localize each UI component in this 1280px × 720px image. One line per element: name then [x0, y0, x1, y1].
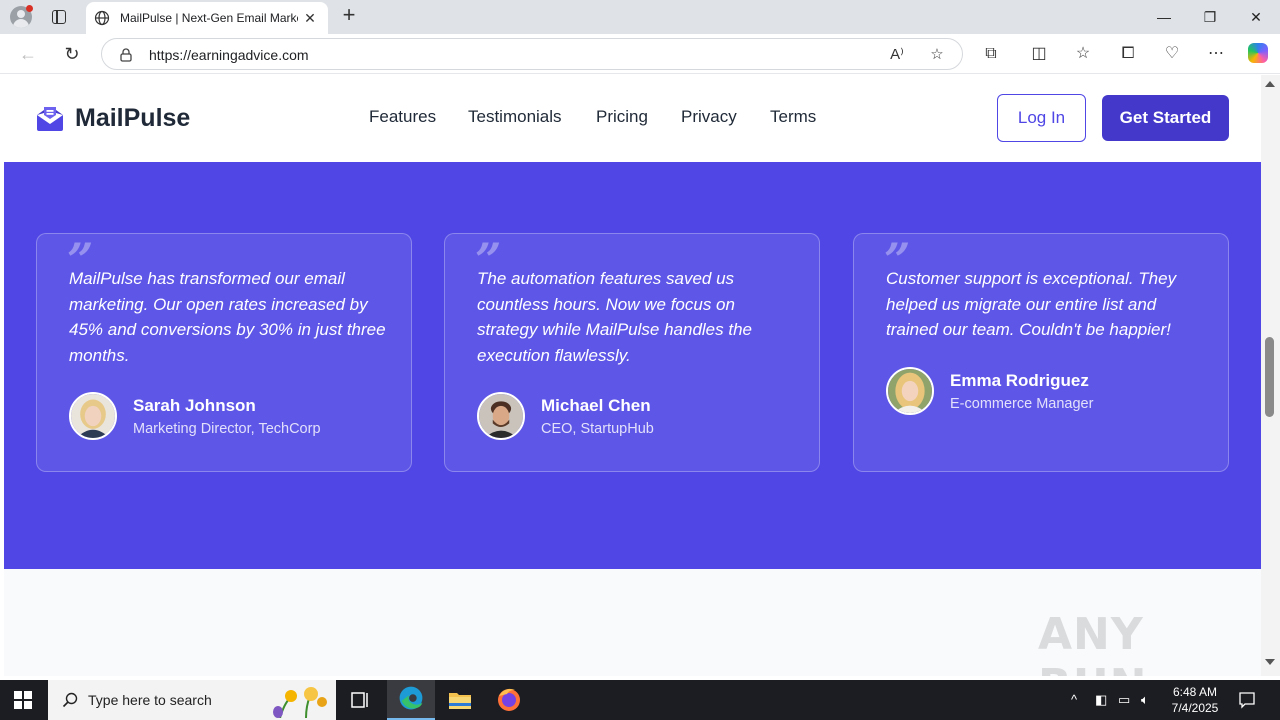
collections-icon[interactable]: ⧠ — [1118, 44, 1138, 64]
avatar — [477, 392, 525, 440]
meet-now-icon[interactable]: ◧ — [1095, 692, 1107, 708]
scroll-up-icon[interactable] — [1265, 81, 1275, 87]
split-screen-icon[interactable]: ◫ — [1029, 44, 1049, 64]
brand-name: MailPulse — [75, 103, 191, 132]
url-text[interactable]: https://earningadvice.com — [149, 47, 309, 63]
profile-notification-dot — [26, 5, 33, 12]
page-scrollbar[interactable] — [1261, 75, 1280, 676]
tray-overflow-icon[interactable]: ^ — [1071, 692, 1077, 707]
tab-actions-icon[interactable] — [50, 8, 68, 26]
favorites-icon[interactable]: ☆ — [1073, 44, 1093, 64]
network-icon[interactable]: ▭ — [1118, 692, 1130, 708]
login-button[interactable]: Log In — [997, 94, 1086, 142]
tab-close-icon[interactable]: ✕ — [302, 10, 318, 26]
person-name: Sarah Johnson — [133, 396, 256, 415]
nav-link-testimonials[interactable]: Testimonials — [468, 107, 562, 127]
browser-tab-strip: MailPulse | Next-Gen Email Marke ✕ + — ❐… — [0, 0, 1280, 34]
read-aloud-icon[interactable]: A⁾ — [888, 46, 906, 64]
clock-date: 7/4/2025 — [1171, 701, 1219, 715]
restore-button[interactable]: ❐ — [1187, 0, 1233, 34]
person-role: CEO, StartupHub — [541, 421, 654, 437]
address-bar[interactable]: https://earningadvice.com A⁾ ☆ — [101, 38, 963, 70]
minimize-button[interactable]: — — [1141, 0, 1187, 34]
testimonial-quote: Customer support is exceptional. They he… — [886, 269, 1177, 340]
address-toolbar: ← ↻ https://earningadvice.com A⁾ ☆ ⧉ ◫ ☆… — [0, 34, 1280, 74]
testimonial-quote: The automation features saved us countle… — [477, 269, 752, 365]
close-window-button[interactable]: ✕ — [1233, 0, 1279, 34]
taskbar-clock[interactable]: 6:48 AM 7/4/2025 — [1160, 684, 1230, 716]
person-name: Michael Chen — [541, 396, 651, 415]
favorite-star-icon[interactable]: ☆ — [928, 46, 946, 64]
firefox-icon[interactable] — [485, 680, 533, 720]
site-header: MailPulse Features Testimonials Pricing … — [4, 75, 1261, 162]
person-name: Emma Rodriguez — [950, 371, 1089, 390]
scrollbar-thumb[interactable] — [1265, 337, 1274, 417]
windows-start-icon[interactable] — [14, 691, 32, 709]
testimonial-quote: MailPulse has transformed our email mark… — [69, 269, 386, 365]
page-viewport: MailPulse Features Testimonials Pricing … — [4, 75, 1261, 676]
person-role: Marketing Director, TechCorp — [133, 421, 321, 437]
get-started-button[interactable]: Get Started — [1102, 95, 1229, 141]
task-view-icon[interactable] — [336, 680, 384, 720]
refresh-icon[interactable]: ↻ — [60, 42, 84, 66]
back-arrow-icon[interactable]: ← — [16, 42, 40, 66]
testimonials-section: ” MailPulse has transformed our email ma… — [4, 162, 1261, 569]
search-placeholder: Type here to search — [88, 692, 212, 708]
testimonial-card: ” Customer support is exceptional. They … — [853, 233, 1229, 472]
nav-link-features[interactable]: Features — [369, 107, 436, 127]
file-explorer-icon[interactable] — [436, 680, 484, 720]
volume-icon[interactable]: 🔈︎ — [1141, 692, 1149, 708]
search-icon — [62, 692, 78, 708]
avatar — [886, 367, 934, 415]
scroll-down-icon[interactable] — [1265, 659, 1275, 665]
envelope-logo-icon — [37, 107, 63, 131]
edge-taskbar-icon[interactable] — [387, 680, 435, 720]
globe-icon — [94, 10, 110, 26]
nav-link-privacy[interactable]: Privacy — [681, 107, 737, 127]
browser-essentials-icon[interactable]: ♡ — [1162, 44, 1182, 64]
testimonial-card: ” MailPulse has transformed our email ma… — [36, 233, 412, 472]
copilot-icon[interactable] — [1248, 43, 1268, 63]
nav-link-pricing[interactable]: Pricing — [596, 107, 648, 127]
active-tab[interactable]: MailPulse | Next-Gen Email Marke ✕ — [86, 2, 328, 34]
more-menu-icon[interactable]: ⋯ — [1206, 44, 1226, 64]
site-logo[interactable]: MailPulse — [35, 103, 190, 133]
new-tab-button[interactable]: + — [338, 4, 360, 27]
person-role: E-commerce Manager — [950, 396, 1094, 412]
site-info-icon[interactable] — [118, 47, 134, 63]
windows-taskbar: Type here to search ^ ◧ ▭ 🔈︎ 6:48 AM 7/4… — [0, 680, 1280, 720]
nav-link-terms[interactable]: Terms — [770, 107, 816, 127]
flowers-decoration-icon — [273, 687, 327, 718]
testimonial-card: ” The automation features saved us count… — [444, 233, 820, 472]
watermark-logo: ANY RUN — [1038, 609, 1146, 676]
clock-time: 6:48 AM — [1172, 685, 1218, 699]
taskbar-search-box[interactable]: Type here to search — [48, 680, 336, 720]
notifications-icon[interactable] — [1238, 691, 1256, 709]
tab-title: MailPulse | Next-Gen Email Marke — [120, 11, 298, 25]
extensions-icon[interactable]: ⧉ — [981, 44, 1001, 64]
avatar — [69, 392, 117, 440]
